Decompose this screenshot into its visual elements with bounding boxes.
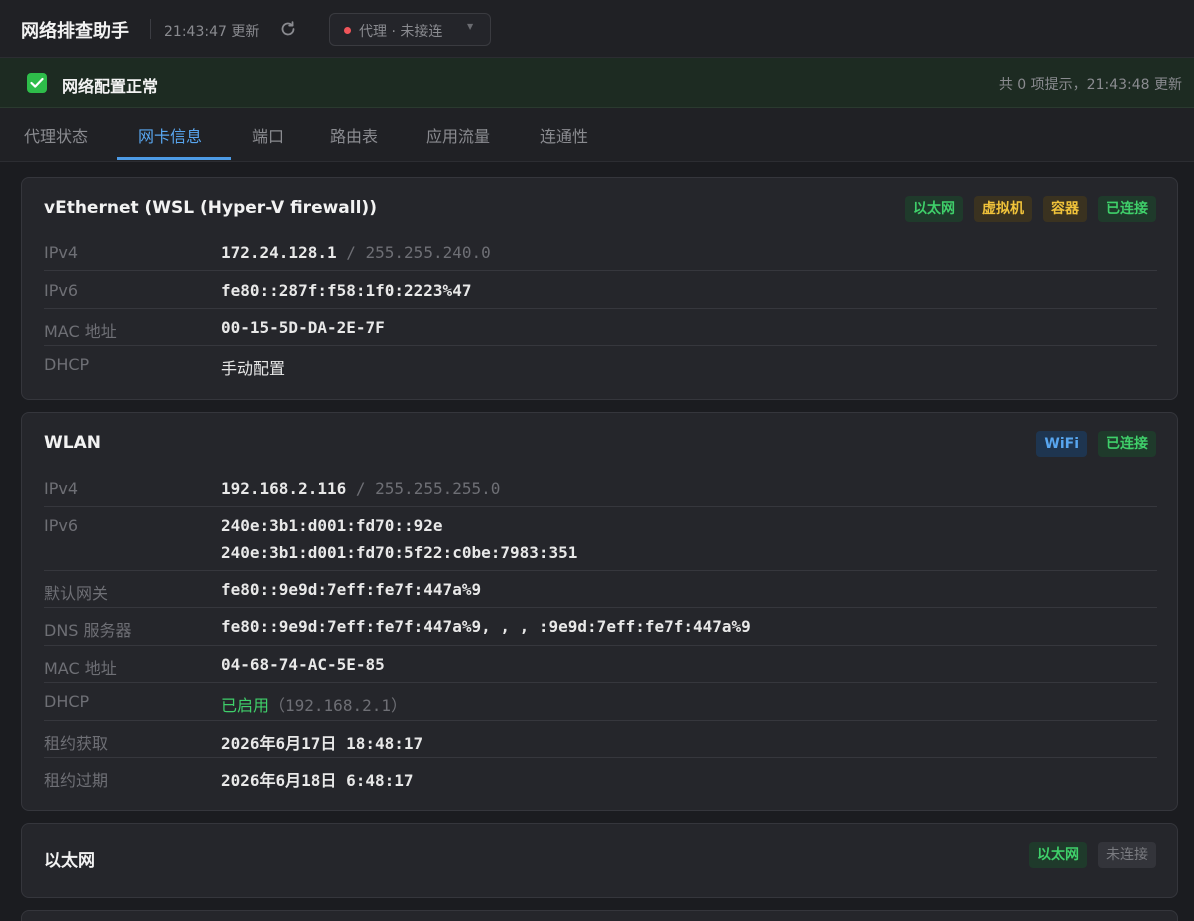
dhcp-value: 手动配置: [221, 359, 286, 378]
status-dot-icon: [344, 27, 351, 34]
adapter-name: WLAN: [44, 433, 101, 453]
ipv4-address: 192.168.2.116: [221, 479, 347, 498]
status-banner: 网络配置正常 共 0 项提示，21:43:48 更新: [0, 58, 1194, 108]
check-icon: [27, 73, 47, 93]
info-row-mac: MAC 地址 04-68-74-AC-5E-85: [44, 646, 1157, 683]
info-row-ipv4: IPv4 192.168.2.116 / 255.255.255.0: [44, 469, 1157, 507]
badge-container: 容器: [1043, 196, 1087, 222]
row-label: DHCP: [44, 355, 90, 374]
mac-address: 04-68-74-AC-5E-85: [221, 655, 385, 674]
info-row-ipv6: IPv6 240e:3b1:d001:fd70::92e 240e:3b1:d0…: [44, 507, 1157, 571]
subnet-mask: 255.255.240.0: [365, 243, 491, 262]
app-title: 网络排查助手: [21, 21, 129, 42]
badge-wifi: WiFi: [1036, 431, 1087, 457]
row-value: 192.168.2.116 / 255.255.255.0: [221, 479, 500, 498]
row-label: MAC 地址: [44, 322, 117, 341]
ipv4-address: 172.24.128.1: [221, 243, 337, 262]
lease-obtained: 2026年6月17日 18:48:17: [221, 734, 424, 753]
adapter-card: 以太网 以太网 未连接: [21, 823, 1178, 898]
adapter-card: WLAN WiFi 已连接 IPv4 192.168.2.116 / 255.25…: [21, 412, 1178, 811]
info-row-dhcp: DHCP 已启用（192.168.2.1）: [44, 683, 1157, 721]
refresh-button[interactable]: [278, 19, 298, 39]
row-label: 租约获取: [44, 734, 109, 753]
app-window: 网络排查助手 21:43:47 更新 代理 · 未接连 ▼ 网络配置正常 共 0…: [0, 0, 1194, 921]
row-label: IPv4: [44, 479, 79, 498]
badge-ethernet: 以太网: [905, 196, 963, 222]
header-divider: [150, 19, 151, 39]
row-label: MAC 地址: [44, 659, 117, 678]
ipv6-address: 240e:3b1:d001:fd70:5f22:c0be:7983:351: [221, 543, 578, 562]
info-row-gateway: 默认网关 fe80::9e9d:7eff:fe7f:447a%9: [44, 571, 1157, 608]
row-value: 已启用（192.168.2.1）: [221, 692, 407, 716]
banner-title: 网络配置正常: [62, 77, 159, 96]
row-value: 172.24.128.1 / 255.255.240.0: [221, 243, 491, 262]
badge-connected: 已连接: [1098, 431, 1156, 457]
badge-connected: 已连接: [1098, 196, 1156, 222]
info-row-mac: MAC 地址 00-15-5D-DA-2E-7F: [44, 309, 1157, 346]
active-tab-indicator: [117, 157, 231, 160]
dns-servers: fe80::9e9d:7eff:fe7f:447a%9, , , :9e9d:7…: [221, 617, 751, 636]
update-time: 21:43:47 更新: [164, 24, 260, 40]
row-label: IPv4: [44, 243, 79, 262]
mask-separator: /: [346, 243, 356, 262]
row-label: IPv6: [44, 281, 79, 300]
adapter-card: [21, 910, 1178, 921]
badge-disconnected: 未连接: [1098, 842, 1156, 868]
header-bar: 网络排查助手 21:43:47 更新 代理 · 未接连 ▼: [0, 0, 1194, 58]
adapter-card: vEthernet (WSL (Hyper-V firewall)) 以太网 虚拟…: [21, 177, 1178, 400]
badge-ethernet: 以太网: [1029, 842, 1087, 868]
info-row-ipv4: IPv4 172.24.128.1 / 255.255.240.0: [44, 234, 1157, 271]
tab-app-traffic[interactable]: 应用流量: [426, 123, 490, 147]
lease-expires: 2026年6月18日 6:48:17: [221, 771, 414, 790]
badge-vm: 虚拟机: [974, 196, 1032, 222]
caret-down-icon: ▼: [467, 22, 474, 31]
tab-connectivity[interactable]: 连通性: [540, 123, 588, 147]
info-row-lease-expires: 租约过期 2026年6月18日 6:48:17: [44, 758, 1157, 796]
adapter-badges: WiFi 已连接: [1025, 431, 1156, 457]
tab-adapter-info[interactable]: 网卡信息: [138, 123, 202, 147]
ipv6-address: fe80::287f:f58:1f0:2223%47: [221, 281, 472, 300]
adapter-name: 以太网: [44, 851, 95, 871]
subnet-mask: 255.255.255.0: [375, 479, 501, 498]
info-row-lease-obtained: 租约获取 2026年6月17日 18:48:17: [44, 721, 1157, 758]
tab-bar: 代理状态 网卡信息 端口 路由表 应用流量 连通性: [0, 108, 1194, 162]
info-row-dns: DNS 服务器 fe80::9e9d:7eff:fe7f:447a%9, , ,…: [44, 608, 1157, 646]
row-label: IPv6: [44, 516, 79, 535]
info-row-ipv6: IPv6 fe80::287f:f58:1f0:2223%47: [44, 271, 1157, 309]
dhcp-server: （192.168.2.1）: [269, 696, 407, 715]
proxy-status-select[interactable]: 代理 · 未接连 ▼: [329, 13, 491, 46]
tab-ports[interactable]: 端口: [252, 123, 284, 147]
gateway-address: fe80::9e9d:7eff:fe7f:447a%9: [221, 580, 482, 599]
adapter-badges: 以太网 虚拟机 容器 已连接: [894, 196, 1156, 222]
banner-summary: 共 0 项提示，21:43:48 更新: [998, 77, 1182, 93]
row-label: 默认网关: [44, 584, 109, 603]
proxy-status-text: 代理 · 未接连: [359, 24, 443, 40]
row-label: DHCP: [44, 692, 90, 711]
adapter-name: vEthernet (WSL (Hyper-V firewall)): [44, 198, 377, 218]
mask-separator: /: [355, 479, 366, 498]
adapter-badges: 以太网 未连接: [1018, 842, 1156, 868]
tab-proxy-status[interactable]: 代理状态: [24, 123, 88, 147]
tab-routes[interactable]: 路由表: [330, 123, 378, 147]
ipv6-address: 240e:3b1:d001:fd70::92e: [221, 516, 443, 535]
adapter-list[interactable]: vEthernet (WSL (Hyper-V firewall)) 以太网 虚拟…: [0, 162, 1194, 921]
dhcp-status: 已启用: [221, 696, 270, 715]
row-label: 租约过期: [44, 771, 109, 790]
mac-address: 00-15-5D-DA-2E-7F: [221, 318, 385, 337]
refresh-icon: [281, 21, 295, 36]
row-label: DNS 服务器: [44, 621, 132, 640]
info-row-dhcp: DHCP 手动配置: [44, 346, 1157, 384]
